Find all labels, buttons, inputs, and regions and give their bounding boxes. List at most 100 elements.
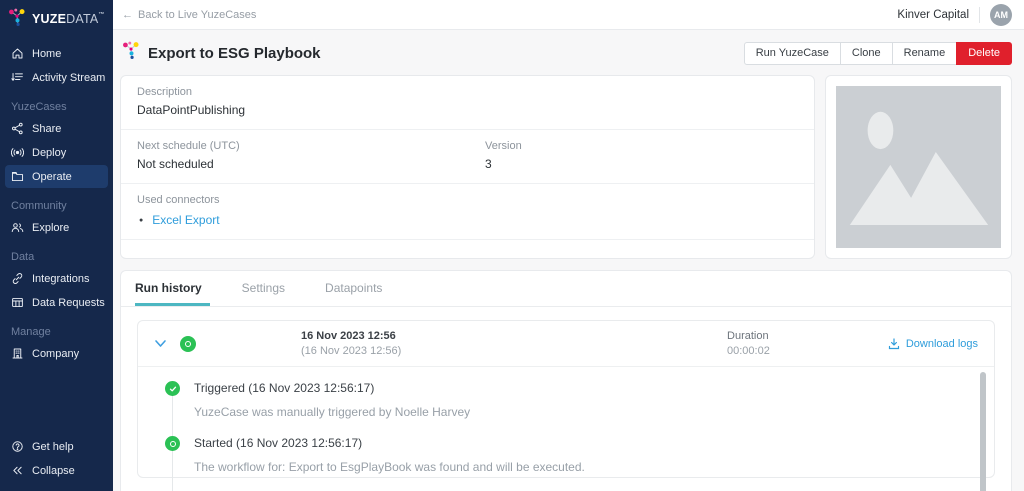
version-value: 3 xyxy=(485,157,522,171)
back-link-label: Back to Live YuzeCases xyxy=(138,9,256,21)
sidebar: YUZEDATA™ Home Activity Stream YuzeCases Sh… xyxy=(0,0,113,491)
timeline-event-title: Triggered (16 Nov 2023 12:56:17) xyxy=(194,381,934,395)
sidebar-item-home[interactable]: Home xyxy=(5,42,108,65)
back-link[interactable]: ← Back to Live YuzeCases xyxy=(122,9,256,21)
description-label: Description xyxy=(137,86,798,98)
used-connectors-label: Used connectors xyxy=(137,194,798,206)
duration-label: Duration xyxy=(727,330,770,342)
people-icon xyxy=(11,221,24,234)
table-icon xyxy=(11,296,24,309)
sidebar-item-label: Activity Stream xyxy=(32,72,105,84)
card-spacer xyxy=(121,240,814,258)
topbar-divider xyxy=(979,7,980,23)
timeline-event: Started (16 Nov 2023 12:56:17)The workfl… xyxy=(138,436,994,474)
sidebar-item-label: Home xyxy=(32,48,61,60)
ring-circle-icon xyxy=(165,436,180,451)
clone-button[interactable]: Clone xyxy=(840,42,893,65)
connectors-list: ● Excel Export xyxy=(137,213,798,227)
run-entry-header: 16 Nov 2023 12:56 (16 Nov 2023 12:56) Du… xyxy=(138,321,994,366)
run-yuzecase-button[interactable]: Run YuzeCase xyxy=(744,42,841,65)
connector-list-item: ● Excel Export xyxy=(137,213,798,227)
detail-cards-row: Description DataPointPublishing Next sch… xyxy=(113,75,1024,259)
page-title: Export to ESG Playbook xyxy=(148,45,321,62)
sidebar-item-label: Share xyxy=(32,123,61,135)
page-head: Export to ESG Playbook Run YuzeCaseClone… xyxy=(113,30,1024,75)
page-title-wrap: Export to ESG Playbook xyxy=(122,41,321,65)
tab-settings[interactable]: Settings xyxy=(242,271,293,306)
rename-button[interactable]: Rename xyxy=(892,42,958,65)
status-success-ring-icon xyxy=(180,336,196,352)
description-section: Description DataPointPublishing xyxy=(121,76,814,130)
sidebar-item-integrations[interactable]: Integrations xyxy=(5,267,108,290)
check-circle-icon xyxy=(165,381,180,396)
run-history-entry: 16 Nov 2023 12:56 (16 Nov 2023 12:56) Du… xyxy=(137,320,995,478)
details-card: Description DataPointPublishing Next sch… xyxy=(120,75,815,259)
chevron-down-icon[interactable] xyxy=(154,337,167,350)
sidebar-item-label: Integrations xyxy=(32,273,89,285)
brand-logo-text: YUZEDATA™ xyxy=(32,12,105,26)
share-icon xyxy=(11,122,24,135)
next-schedule-block: Next schedule (UTC) Not scheduled xyxy=(137,140,485,171)
main-area: ← Back to Live YuzeCases Kinver Capital … xyxy=(113,0,1024,491)
connector-link-excel-export[interactable]: Excel Export xyxy=(152,213,219,227)
sidebar-item-activity-stream[interactable]: Activity Stream xyxy=(5,66,108,89)
connectors-section: Used connectors ● Excel Export xyxy=(121,184,814,240)
sidebar-section-title-data: Data xyxy=(0,240,113,266)
run-event-timeline: Triggered (16 Nov 2023 12:56:17)YuzeCase… xyxy=(138,366,994,491)
sidebar-item-label: Collapse xyxy=(32,465,75,477)
topbar-right: Kinver Capital AM xyxy=(897,4,1012,26)
download-logs-label: Download logs xyxy=(906,338,978,350)
version-block: Version 3 xyxy=(485,140,522,171)
tab-bar: Run history Settings Datapoints xyxy=(121,271,1011,307)
link-icon xyxy=(11,272,24,285)
page-actions: Run YuzeCaseCloneRenameDelete xyxy=(744,42,1012,65)
description-value: DataPointPublishing xyxy=(137,103,798,117)
folder-icon xyxy=(11,170,24,183)
tab-datapoints[interactable]: Datapoints xyxy=(325,271,390,306)
sidebar-item-explore[interactable]: Explore xyxy=(5,216,108,239)
timeline-scrollbar[interactable] xyxy=(980,372,986,491)
sidebar-item-label: Operate xyxy=(32,171,72,183)
version-label: Version xyxy=(485,140,522,152)
run-timestamp-secondary: (16 Nov 2023 12:56) xyxy=(301,345,401,357)
sidebar-item-get-help[interactable]: Get help xyxy=(5,435,108,458)
download-logs-link[interactable]: Download logs xyxy=(888,338,978,350)
duration-block: Duration 00:00:02 xyxy=(727,330,770,357)
help-icon xyxy=(11,440,24,453)
image-placeholder-icon xyxy=(836,86,1001,248)
sidebar-item-deploy[interactable]: Deploy xyxy=(5,141,108,164)
sidebar-item-operate[interactable]: Operate xyxy=(5,165,108,188)
topbar: ← Back to Live YuzeCases Kinver Capital … xyxy=(113,0,1024,30)
next-schedule-value: Not scheduled xyxy=(137,157,485,171)
activity-stream-icon xyxy=(11,71,24,84)
sidebar-item-label: Get help xyxy=(32,441,74,453)
playbook-thumbnail-card xyxy=(825,75,1012,259)
deploy-icon xyxy=(11,146,24,159)
sidebar-item-label: Company xyxy=(32,348,79,360)
collapse-icon xyxy=(11,464,24,477)
sidebar-item-label: Data Requests xyxy=(32,297,105,309)
sidebar-item-data-requests[interactable]: Data Requests xyxy=(5,291,108,314)
delete-button[interactable]: Delete xyxy=(956,42,1012,65)
brand-logo[interactable]: YUZEDATA™ xyxy=(0,0,113,39)
bullet-icon: ● xyxy=(139,217,143,224)
run-timestamp-block: 16 Nov 2023 12:56 (16 Nov 2023 12:56) xyxy=(301,330,401,357)
back-arrow-icon: ← xyxy=(122,9,133,21)
timeline-event-title: Started (16 Nov 2023 12:56:17) xyxy=(194,436,934,450)
user-avatar[interactable]: AM xyxy=(990,4,1012,26)
sidebar-nav: Home Activity Stream YuzeCases Share Deploy O… xyxy=(0,39,113,368)
run-timestamp: 16 Nov 2023 12:56 xyxy=(301,330,401,342)
sidebar-section-title-yuzecases: YuzeCases xyxy=(0,90,113,116)
schedule-section: Next schedule (UTC) Not scheduled Versio… xyxy=(121,130,814,184)
building-icon xyxy=(11,347,24,360)
sidebar-section-title-manage: Manage xyxy=(0,315,113,341)
sidebar-item-company[interactable]: Company xyxy=(5,342,108,365)
org-name: Kinver Capital xyxy=(897,9,969,21)
sidebar-item-share[interactable]: Share xyxy=(5,117,108,140)
sidebar-item-label: Explore xyxy=(32,222,69,234)
download-icon xyxy=(888,338,900,350)
sidebar-item-collapse[interactable]: Collapse xyxy=(5,459,108,482)
tab-run-history[interactable]: Run history xyxy=(135,271,210,306)
yuzedata-logo-icon xyxy=(122,41,141,65)
sidebar-item-label: Deploy xyxy=(32,147,66,159)
